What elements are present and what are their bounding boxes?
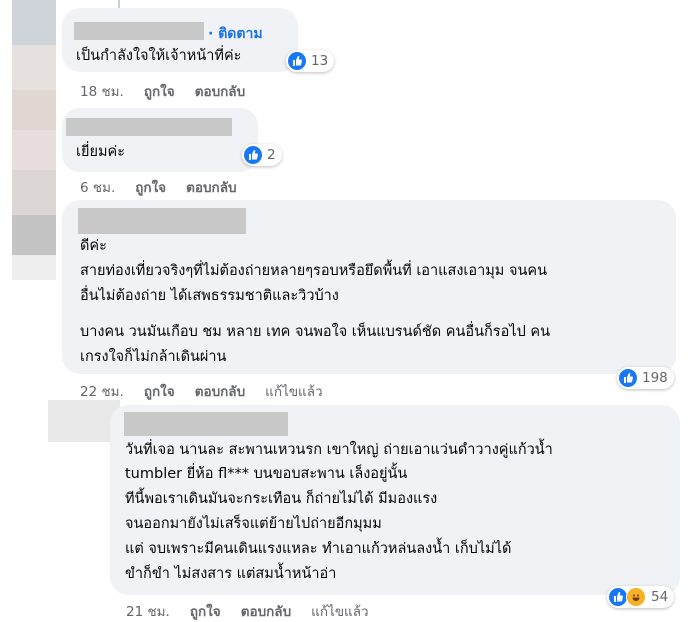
like-button[interactable]: ถูกใจ [135,180,166,196]
reaction-badge[interactable]: 13 [286,50,335,72]
comment-actions: 21 ชม. ถูกใจ ตอบกลับ แก้ไขแล้ว [126,600,389,622]
blurred-username[interactable] [74,22,204,40]
reaction-badge[interactable]: 2 [242,144,282,166]
comment-text-line: เยี่ยมค่ะ [76,144,125,160]
reaction-count: 54 [651,589,669,605]
comment-actions: 6 ชม. ถูกใจ ตอบกลับ [80,176,257,198]
reply-button[interactable]: ตอบกลับ [195,84,245,100]
blurred-username[interactable] [78,208,246,234]
comment-time[interactable]: 21 ชม. [126,604,170,620]
comment-text-line: ทีนี้พอเราเดินมันจะกระเทือน ก็ถ่ายไม่ได้… [125,491,438,507]
comment-actions: 22 ชม. ถูกใจ ตอบกลับ แก้ไขแล้ว [80,380,343,402]
like-icon [619,369,637,387]
reaction-count: 198 [642,370,668,386]
haha-icon [626,587,646,607]
like-button[interactable]: ถูกใจ [144,84,175,100]
comment-text-line: แต่ จบเพราะมีคนเดินแรงแหละ ทำเอาแก้วหล่น… [125,541,512,557]
reply-button[interactable]: ตอบกลับ [241,604,291,620]
comment-text-line: จนออกมายังไม่เสร็จแต่ย้ายไปถ่ายอีกมุมม [125,516,382,532]
reaction-badge[interactable]: 198 [617,367,674,389]
comment-text-line: อื่นไม่ต้องถ่าย ได้เสพธรรมชาติและวิวบ้าง [80,288,339,304]
reaction-count: 13 [311,53,329,69]
comment-text-line: tumbler ยี่ห้อ fl*** บนขอบสะพาน เล็งอยู่… [125,466,408,482]
comment-text-line: สายท่องเที่ยวจริงๆที่ไม่ต้องถ่ายหลายๆรอบ… [80,263,547,279]
blurred-username[interactable] [124,412,288,436]
edited-label: แก้ไขแล้ว [265,384,323,400]
comment-time[interactable]: 22 ชม. [80,384,124,400]
blurred-avatar-column [12,0,56,280]
comment-time[interactable]: 18 ชม. [80,84,124,100]
comment-text-line: ขำก็ขำ ไม่สงสาร แต่สมน้ำหน้าอ่า [125,566,337,582]
like-icon [288,52,306,70]
follow-link[interactable]: · ติดตาม [208,23,263,45]
like-button[interactable]: ถูกใจ [144,384,175,400]
like-button[interactable]: ถูกใจ [190,604,221,620]
reply-button[interactable]: ตอบกลับ [195,384,245,400]
like-icon [244,146,262,164]
comment-time[interactable]: 6 ชม. [80,180,115,196]
reply-button[interactable]: ตอบกลับ [186,180,236,196]
comment-text-line: วันที่เจอ นานละ สะพานเหวนรก เขาใหญ่ ถ่าย… [125,442,553,458]
comment-actions: 18 ชม. ถูกใจ ตอบกลับ [80,80,265,102]
edited-label: แก้ไขแล้ว [311,604,369,620]
reaction-badge[interactable]: 54 [607,586,675,608]
comment-text-line: เป็นกำลังใจให้เจ้าหน้าที่ค่ะ [76,48,242,64]
comment-text-line: ดีค่ะ [80,238,107,254]
thread-line [118,0,120,8]
comment-text-line: เกรงใจก็ไม่กล้าเดินผ่าน [80,349,227,365]
like-icon [609,588,627,606]
blurred-username[interactable] [66,118,232,136]
comment-text-line: บางคน วนมันเกือบ ชม หลาย เทค จนพอใจ เห็น… [80,324,550,340]
reaction-count: 2 [267,147,276,163]
